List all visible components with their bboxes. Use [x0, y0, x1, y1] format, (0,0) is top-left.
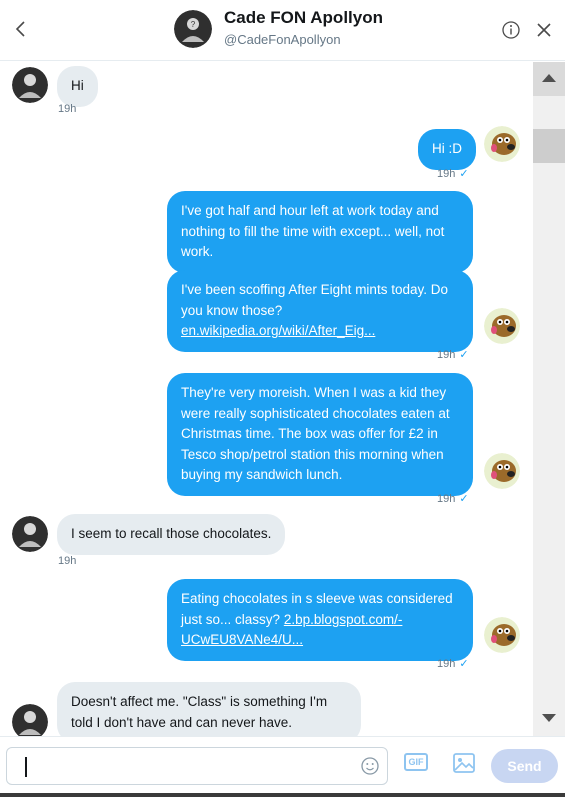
message-bubble-outgoing: I've got half and hour left at work toda… [167, 191, 473, 273]
message-timestamp: 19h [437, 493, 456, 505]
scrollbar-thumb[interactable] [533, 129, 565, 163]
contact-name[interactable]: Cade FON Apollyon [224, 8, 383, 28]
info-button[interactable] [501, 20, 521, 40]
message-meta: 19h ✓ [437, 348, 469, 361]
info-icon [502, 21, 520, 39]
message-text: I've been scoffing After Eight mints tod… [181, 282, 448, 318]
message-bubble-outgoing: Eating chocolates in s sleeve was consid… [167, 579, 473, 661]
message-composer: GIF Send [0, 736, 565, 797]
contact-handle: @CadeFonApollyon [224, 32, 341, 47]
text-caret [25, 757, 27, 777]
message-meta: 19h ✓ [437, 492, 469, 505]
avatar[interactable] [484, 126, 520, 162]
message-bubble-incoming: I seem to recall those chocolates. [57, 514, 286, 555]
avatar[interactable] [484, 617, 520, 653]
message-timestamp: 19h [58, 555, 77, 567]
message-link[interactable]: en.wikipedia.org/wiki/After_Eig... [181, 323, 375, 338]
message-bubble-outgoing: They're very moreish. When I was a kid t… [167, 373, 473, 496]
send-button[interactable]: Send [491, 749, 558, 783]
close-button[interactable] [534, 20, 554, 40]
emoji-button[interactable] [360, 756, 380, 776]
avatar[interactable] [484, 453, 520, 489]
close-icon [537, 23, 551, 37]
chevron-left-icon [15, 21, 25, 37]
svg-text:?: ? [191, 20, 196, 29]
gif-button[interactable]: GIF [404, 753, 428, 771]
read-receipt-icon: ✓ [459, 168, 469, 180]
message-bubble-outgoing: Hi :D [418, 129, 476, 170]
message-meta: 19h ✓ [437, 167, 469, 180]
message-bubble-incoming: Doesn't affect me. "Class" is something … [57, 682, 361, 736]
read-receipt-icon: ✓ [459, 658, 469, 670]
message-list[interactable]: Hi 19h Hi :D 19h ✓ I've got half and hour… [0, 62, 533, 736]
message-bubble-incoming: Hi [57, 66, 98, 107]
message-bubble-outgoing: I've been scoffing After Eight mints tod… [167, 270, 473, 352]
scroll-up-button[interactable] [533, 62, 565, 96]
message-timestamp: 19h [58, 103, 77, 115]
image-button[interactable] [452, 752, 476, 774]
message-timestamp: 19h [437, 349, 456, 361]
message-timestamp: 19h [437, 658, 456, 670]
window-edge [0, 793, 565, 797]
avatar[interactable] [12, 67, 48, 103]
message-input[interactable] [6, 747, 388, 785]
avatar[interactable]: ? [174, 10, 212, 48]
emoji-icon [361, 757, 379, 775]
back-button[interactable] [10, 16, 32, 42]
read-receipt-icon: ✓ [459, 493, 469, 505]
message-timestamp: 19h [437, 168, 456, 180]
scrollbar[interactable] [533, 62, 565, 736]
conversation-header: ? Cade FON Apollyon @CadeFonApollyon [0, 0, 565, 61]
image-icon [453, 753, 475, 773]
read-receipt-icon: ✓ [459, 349, 469, 361]
scroll-down-button[interactable] [533, 702, 565, 736]
avatar[interactable] [12, 704, 48, 736]
avatar[interactable] [12, 516, 48, 552]
message-meta: 19h ✓ [437, 657, 469, 670]
avatar[interactable] [484, 308, 520, 344]
